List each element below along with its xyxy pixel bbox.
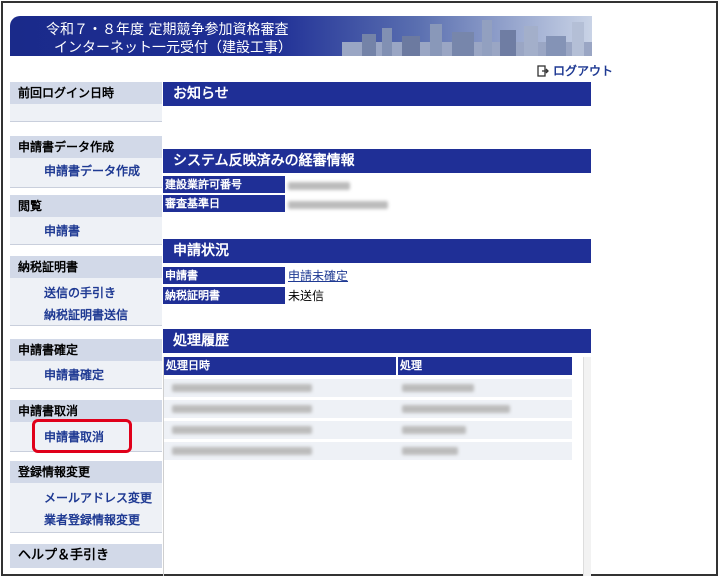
logout-label: ログアウト (553, 64, 614, 78)
sidebar-heading-change: 登録情報変更 (10, 461, 162, 483)
logout-link[interactable]: ログアウト (537, 62, 613, 79)
sidebar-item-change-business-info[interactable]: 業者登録情報変更 (44, 511, 140, 528)
sidebar-heading-last-login: 前回ログイン日時 (10, 82, 162, 104)
application-unconfirmed-link[interactable]: 申請未確定 (288, 269, 348, 283)
sidebar-panel-last-login (10, 104, 162, 122)
sidebar-heading-view: 閲覧 (10, 195, 162, 217)
highlight-box (32, 419, 132, 453)
sidebar-item-confirm-application[interactable]: 申請書確定 (44, 366, 104, 383)
sidebar-heading-create: 申請書データ作成 (10, 136, 162, 158)
history-scrollbar[interactable] (583, 357, 591, 576)
sidebar-heading-help[interactable]: ヘルプ＆手引き (10, 544, 162, 568)
table-row (164, 421, 572, 439)
logout-icon (537, 64, 549, 77)
sidebar-item-create-application[interactable]: 申請書データ作成 (44, 162, 140, 179)
notice-heading: お知らせ (163, 82, 591, 106)
status-heading: 申請状況 (163, 239, 591, 263)
sidebar-gap (10, 122, 162, 136)
sidebar-item-application[interactable]: 申請書 (44, 222, 80, 239)
header-title-line2: インターネット一元受付（建設工事） (54, 40, 292, 56)
history-col-datetime: 処理日時 (164, 357, 396, 375)
status-application-value[interactable]: 申請未確定 (286, 267, 591, 285)
table-row (164, 400, 572, 418)
permit-number-label: 建設業許可番号 (163, 176, 285, 194)
status-application-label: 申請書 (163, 267, 285, 285)
sidebar-heading-confirm: 申請書確定 (10, 339, 162, 361)
business-info-heading: システム反映済みの経審情報 (163, 149, 591, 173)
sidebar-item-change-email[interactable]: メールアドレス変更 (44, 489, 152, 506)
sidebar-panel-view (10, 217, 162, 245)
status-tax-label: 納税証明書 (163, 287, 285, 305)
sidebar: 前回ログイン日時 申請書データ作成 申請書データ作成 閲覧 申請書 納税証明書 … (10, 82, 162, 576)
table-row (164, 442, 572, 460)
status-tax-value: 未送信 (288, 289, 325, 303)
review-date-value (286, 195, 591, 213)
table-row (164, 379, 572, 397)
sidebar-item-send-guide[interactable]: 送信の手引き (44, 284, 116, 301)
header-banner: 令和７・８年度 定期競争参加資格審査 インターネット一元受付（建設工事） (10, 16, 592, 56)
history-heading: 処理履歴 (163, 329, 591, 353)
sidebar-heading-tax: 納税証明書 (10, 256, 162, 278)
city-skyline-image (342, 20, 592, 56)
sidebar-item-send-tax-certificate[interactable]: 納税証明書送信 (44, 306, 128, 323)
history-table: 処理日時 処理 (163, 357, 591, 576)
review-date-label: 審査基準日 (163, 195, 285, 213)
permit-number-value (286, 176, 591, 194)
history-col-action: 処理 (398, 357, 572, 375)
header-title-line1: 令和７・８年度 定期競争参加資格審査 (46, 22, 289, 38)
main-content: お知らせ システム反映済みの経審情報 建設業許可番号 審査基準日 申請状況 申請… (163, 82, 591, 576)
